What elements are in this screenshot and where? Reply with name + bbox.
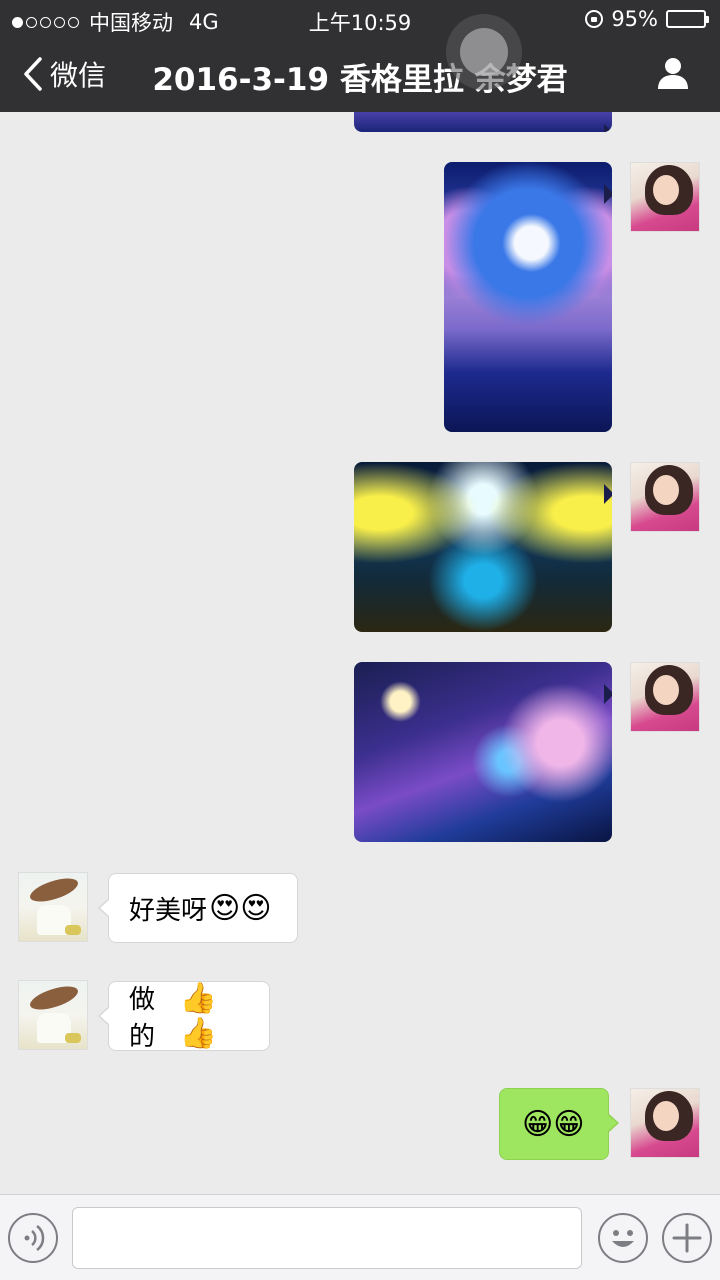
emoji-button[interactable] — [598, 1213, 648, 1263]
assistive-touch-button[interactable] — [446, 14, 522, 90]
input-bar — [0, 1194, 720, 1280]
plus-icon — [672, 1223, 702, 1253]
chevron-left-icon — [24, 57, 42, 91]
person-icon[interactable] — [656, 56, 690, 90]
emoji-thumbs-up: 👍👍 — [179, 981, 217, 1051]
contact-avatar[interactable] — [18, 872, 88, 942]
message-input[interactable] — [72, 1207, 582, 1269]
emoji-grin: 😁😁 — [522, 1106, 585, 1142]
voice-button[interactable] — [8, 1213, 58, 1263]
back-label: 微信 — [50, 59, 107, 92]
message-text: 好美呀 — [129, 895, 208, 926]
voice-icon — [24, 1225, 45, 1251]
image-message[interactable] — [354, 462, 612, 632]
battery-icon — [666, 10, 709, 28]
emoji-heart-eyes: 😍😍 — [209, 890, 272, 926]
message-text: 做的 — [129, 985, 156, 1052]
chat-area[interactable]: 好美呀 😍😍 做的 👍👍 😁😁 — [0, 112, 720, 1194]
message-bubble[interactable]: 好美呀 😍😍 — [98, 873, 298, 943]
status-right: 95% — [585, 7, 709, 31]
nav-bar: 微信 2016-3-19 香格里拉 余梦君 — [0, 38, 720, 112]
more-button[interactable] — [662, 1213, 712, 1263]
image-message[interactable] — [354, 662, 612, 842]
message-bubble[interactable]: 做的 👍👍 — [98, 981, 270, 1052]
status-bar: 中国移动 4G 上午10:59 95% — [0, 0, 720, 38]
image-message[interactable] — [444, 162, 612, 432]
chat-title: 2016-3-19 香格里拉 余梦君 — [152, 62, 568, 98]
back-button[interactable]: 微信 — [22, 54, 106, 94]
emoji-icon — [612, 1230, 634, 1247]
my-avatar[interactable] — [630, 462, 700, 532]
my-avatar[interactable] — [630, 1088, 700, 1158]
contact-avatar[interactable] — [18, 980, 88, 1050]
battery-percent: 95% — [611, 7, 658, 31]
my-message-bubble[interactable]: 😁😁 — [499, 1088, 619, 1160]
my-avatar[interactable] — [630, 662, 700, 732]
top-bar: 中国移动 4G 上午10:59 95% 微信 2016-3-19 香格里拉 余梦… — [0, 0, 720, 112]
my-avatar[interactable] — [630, 162, 700, 232]
orientation-lock-icon — [585, 10, 604, 28]
image-message[interactable] — [354, 112, 612, 132]
